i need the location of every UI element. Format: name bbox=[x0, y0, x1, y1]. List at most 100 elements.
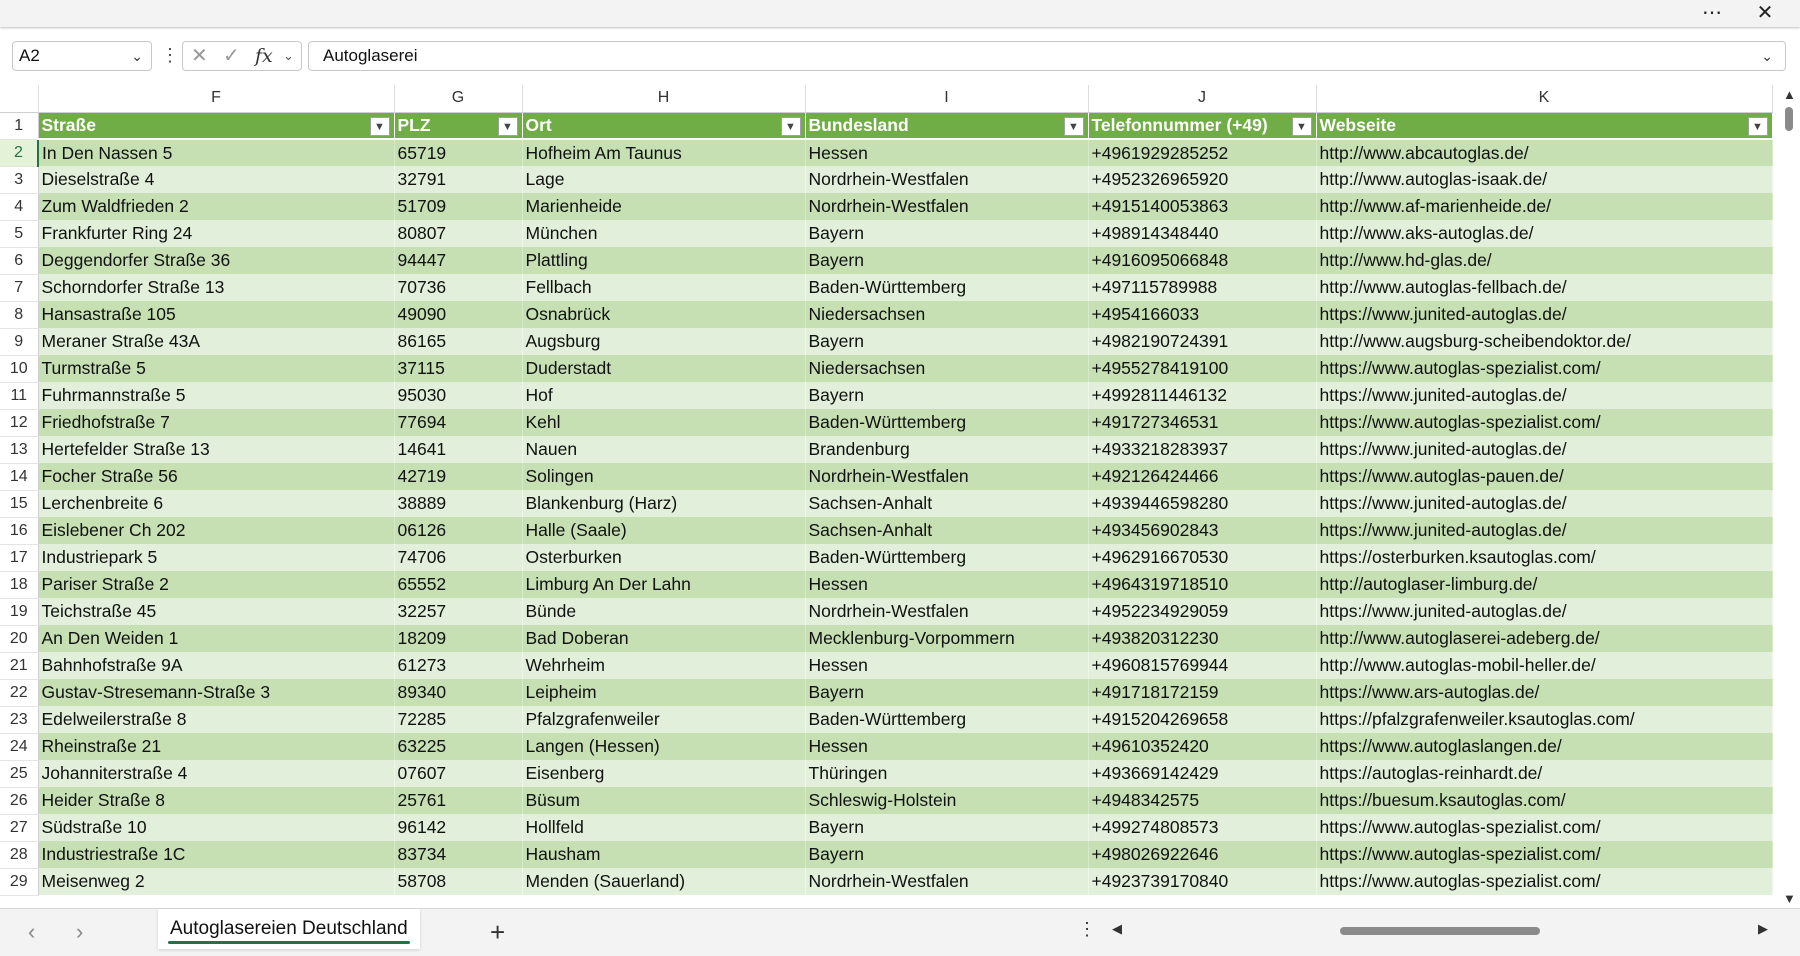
table-cell[interactable]: https://www.junited-autoglas.de/ bbox=[1316, 436, 1773, 463]
table-cell[interactable]: +4955278419100 bbox=[1088, 355, 1317, 382]
table-cell[interactable]: 70736 bbox=[394, 274, 523, 301]
filter-dropdown-icon[interactable]: ▼ bbox=[1063, 116, 1084, 136]
table-cell[interactable]: Langen (Hessen) bbox=[522, 733, 806, 760]
select-all-corner[interactable] bbox=[0, 85, 39, 113]
table-cell[interactable]: Bahnhofstraße 9A bbox=[38, 652, 395, 679]
table-cell[interactable]: Bayern bbox=[805, 220, 1089, 247]
table-cell[interactable]: Osterburken bbox=[522, 544, 806, 571]
table-cell[interactable]: 25761 bbox=[394, 787, 523, 814]
column-header-j[interactable]: J bbox=[1088, 85, 1317, 113]
table-cell[interactable]: Turmstraße 5 bbox=[38, 355, 395, 382]
row-number[interactable]: 14 bbox=[0, 463, 39, 491]
more-options-icon[interactable]: ⋯ bbox=[1692, 0, 1732, 27]
table-cell[interactable]: Lerchenbreite 6 bbox=[38, 490, 395, 517]
table-cell[interactable]: Eisenberg bbox=[522, 760, 806, 787]
table-cell[interactable]: In Den Nassen 5 bbox=[38, 139, 395, 166]
table-cell[interactable]: 95030 bbox=[394, 382, 523, 409]
table-cell[interactable]: 42719 bbox=[394, 463, 523, 490]
row-number[interactable]: 19 bbox=[0, 598, 39, 626]
table-cell[interactable]: 58708 bbox=[394, 868, 523, 895]
table-cell[interactable]: München bbox=[522, 220, 806, 247]
filter-dropdown-icon[interactable]: ▼ bbox=[369, 116, 390, 136]
row-number[interactable]: 27 bbox=[0, 814, 39, 842]
table-cell[interactable]: 65552 bbox=[394, 571, 523, 598]
table-cell[interactable]: +4948342575 bbox=[1088, 787, 1317, 814]
table-cell[interactable]: An Den Weiden 1 bbox=[38, 625, 395, 652]
table-cell[interactable]: 32257 bbox=[394, 598, 523, 625]
table-cell[interactable]: +499274808573 bbox=[1088, 814, 1317, 841]
table-cell[interactable]: +493820312230 bbox=[1088, 625, 1317, 652]
row-number[interactable]: 8 bbox=[0, 301, 39, 329]
table-header-cell[interactable]: Ort ▼ bbox=[522, 112, 806, 140]
row-number[interactable]: 12 bbox=[0, 409, 39, 437]
chevron-down-icon[interactable]: ⌄ bbox=[283, 42, 294, 70]
scrollbar-thumb[interactable] bbox=[1785, 107, 1793, 131]
table-cell[interactable]: Südstraße 10 bbox=[38, 814, 395, 841]
table-cell[interactable]: Niedersachsen bbox=[805, 301, 1089, 328]
table-cell[interactable]: +4952234929059 bbox=[1088, 598, 1317, 625]
table-cell[interactable]: +4939446598280 bbox=[1088, 490, 1317, 517]
table-cell[interactable]: https://pfalzgrafenweiler.ksautoglas.com… bbox=[1316, 706, 1773, 733]
close-icon[interactable]: ✕ bbox=[1745, 0, 1785, 27]
row-number[interactable]: 22 bbox=[0, 679, 39, 707]
table-cell[interactable]: Teichstraße 45 bbox=[38, 598, 395, 625]
table-cell[interactable]: Limburg An Der Lahn bbox=[522, 571, 806, 598]
table-cell[interactable]: Solingen bbox=[522, 463, 806, 490]
row-number[interactable]: 29 bbox=[0, 868, 39, 896]
table-cell[interactable]: Halle (Saale) bbox=[522, 517, 806, 544]
table-cell[interactable]: +4964319718510 bbox=[1088, 571, 1317, 598]
scroll-left-icon[interactable]: ◀ bbox=[1112, 921, 1122, 937]
table-cell[interactable]: Osnabrück bbox=[522, 301, 806, 328]
table-cell[interactable]: 83734 bbox=[394, 841, 523, 868]
table-cell[interactable]: Menden (Sauerland) bbox=[522, 868, 806, 895]
row-number[interactable]: 21 bbox=[0, 652, 39, 680]
table-cell[interactable]: Meraner Straße 43A bbox=[38, 328, 395, 355]
plus-icon[interactable]: + bbox=[490, 917, 505, 948]
table-cell[interactable]: https://autoglas-reinhardt.de/ bbox=[1316, 760, 1773, 787]
table-cell[interactable]: https://www.junited-autoglas.de/ bbox=[1316, 598, 1773, 625]
table-cell[interactable]: +493669142429 bbox=[1088, 760, 1317, 787]
table-cell[interactable]: Bayern bbox=[805, 382, 1089, 409]
table-cell[interactable]: Baden-Württemberg bbox=[805, 544, 1089, 571]
table-cell[interactable]: Brandenburg bbox=[805, 436, 1089, 463]
table-cell[interactable]: 96142 bbox=[394, 814, 523, 841]
table-cell[interactable]: https://www.junited-autoglas.de/ bbox=[1316, 490, 1773, 517]
table-cell[interactable]: Hollfeld bbox=[522, 814, 806, 841]
column-header-f[interactable]: F bbox=[38, 85, 395, 113]
table-cell[interactable]: Edelweilerstraße 8 bbox=[38, 706, 395, 733]
table-cell[interactable]: Nordrhein-Westfalen bbox=[805, 463, 1089, 490]
table-header-cell[interactable]: Webseite ▼ bbox=[1316, 112, 1773, 140]
table-cell[interactable]: https://osterburken.ksautoglas.com/ bbox=[1316, 544, 1773, 571]
table-cell[interactable]: Hansastraße 105 bbox=[38, 301, 395, 328]
table-cell[interactable]: https://www.autoglas-spezialist.com/ bbox=[1316, 868, 1773, 895]
table-cell[interactable]: http://www.abcautoglas.de/ bbox=[1316, 139, 1773, 166]
row-number[interactable]: 25 bbox=[0, 760, 39, 788]
table-cell[interactable]: +4960815769944 bbox=[1088, 652, 1317, 679]
table-cell[interactable]: Zum Waldfrieden 2 bbox=[38, 193, 395, 220]
table-cell[interactable]: Frankfurter Ring 24 bbox=[38, 220, 395, 247]
table-cell[interactable]: 32791 bbox=[394, 166, 523, 193]
table-cell[interactable]: Heider Straße 8 bbox=[38, 787, 395, 814]
horizontal-scrollbar[interactable]: ◀ ▶ bbox=[1110, 921, 1770, 941]
table-cell[interactable]: 61273 bbox=[394, 652, 523, 679]
table-cell[interactable]: https://www.autoglas-pauen.de/ bbox=[1316, 463, 1773, 490]
table-cell[interactable]: Hausham bbox=[522, 841, 806, 868]
table-cell[interactable]: Lage bbox=[522, 166, 806, 193]
table-header-cell[interactable]: PLZ ▼ bbox=[394, 112, 523, 140]
table-cell[interactable]: +4954166033 bbox=[1088, 301, 1317, 328]
table-cell[interactable]: Bayern bbox=[805, 247, 1089, 274]
table-cell[interactable]: Niedersachsen bbox=[805, 355, 1089, 382]
table-cell[interactable]: Bayern bbox=[805, 841, 1089, 868]
table-cell[interactable]: Gustav-Stresemann-Straße 3 bbox=[38, 679, 395, 706]
table-cell[interactable]: Marienheide bbox=[522, 193, 806, 220]
table-cell[interactable]: Nauen bbox=[522, 436, 806, 463]
sheet-tab-autoglasereien[interactable]: Autoglasereien Deutschland bbox=[158, 909, 420, 949]
column-header-g[interactable]: G bbox=[394, 85, 523, 113]
row-number[interactable]: 26 bbox=[0, 787, 39, 815]
row-number[interactable]: 10 bbox=[0, 355, 39, 383]
checkmark-icon[interactable]: ✓ bbox=[223, 42, 240, 70]
row-number[interactable]: 9 bbox=[0, 328, 39, 356]
table-cell[interactable]: 74706 bbox=[394, 544, 523, 571]
column-header-k[interactable]: K bbox=[1316, 85, 1773, 113]
table-cell[interactable]: Hessen bbox=[805, 652, 1089, 679]
